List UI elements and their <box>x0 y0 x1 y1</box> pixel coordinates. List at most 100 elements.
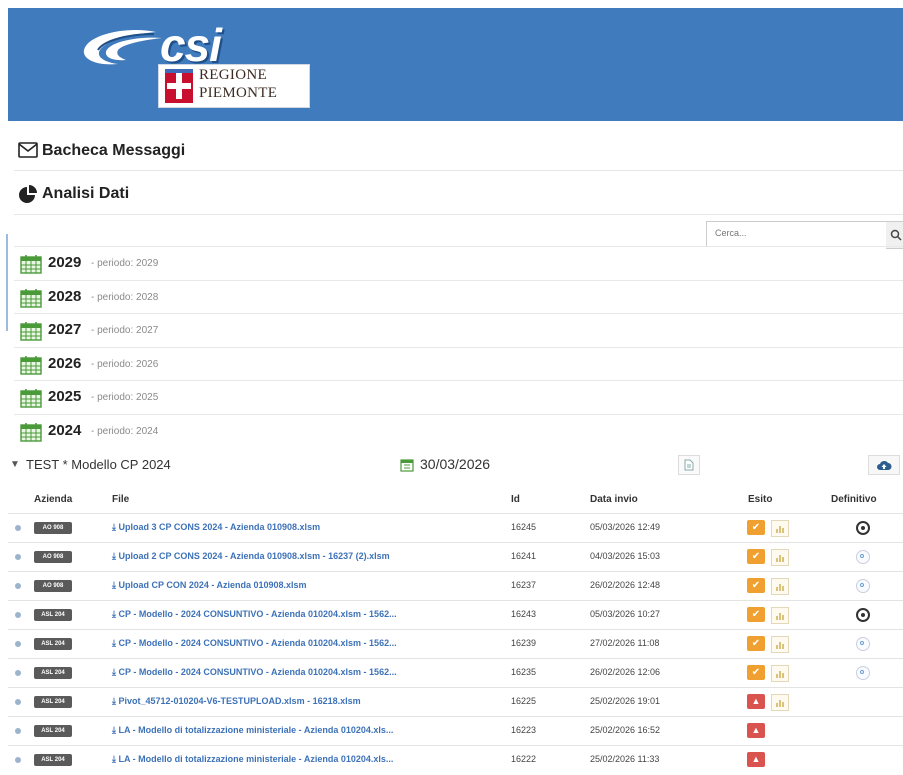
file-link[interactable]: ⤓ Upload 3 CP CONS 2024 - Azienda 010908… <box>112 522 320 533</box>
model-title[interactable]: TEST * Modello CP 2024 <box>26 457 171 472</box>
azienda-badge: ASL 204 <box>34 754 72 766</box>
calendar-icon <box>20 322 42 341</box>
model-header: ▼ TEST * Modello CP 2024 30/03/2026 <box>8 449 903 479</box>
col-file[interactable]: File <box>112 494 129 505</box>
col-id[interactable]: Id <box>511 494 520 505</box>
search-button[interactable] <box>886 221 903 249</box>
table-row[interactable]: ASL 204 ⤓ CP - Modello - 2024 CONSUNTIVO … <box>8 658 903 688</box>
row-date: 26/02/2026 12:48 <box>590 580 661 590</box>
warning-icon[interactable]: ▲ <box>747 694 765 709</box>
row-expand-icon[interactable] <box>15 525 21 531</box>
bar-chart-icon[interactable] <box>771 549 789 566</box>
row-expand-icon[interactable] <box>15 554 21 560</box>
search-icon <box>890 229 902 241</box>
period-label: - periodo: 2027 <box>91 325 159 336</box>
row-expand-icon[interactable] <box>15 612 21 618</box>
bar-chart-icon[interactable] <box>771 607 789 624</box>
table-row[interactable]: ASL 204 ⤓ Pivot_45712-010204-V6-TESTUPLOA… <box>8 687 903 717</box>
definitivo-radio-icon[interactable] <box>856 550 870 564</box>
col-azienda[interactable]: Azienda <box>34 494 72 505</box>
file-link[interactable]: ⤓ CP - Modello - 2024 CONSUNTIVO - Azien… <box>112 638 397 649</box>
col-data-invio[interactable]: Data invio <box>590 494 638 505</box>
bar-chart-icon[interactable] <box>771 694 789 711</box>
table-row[interactable]: ASL 204 ⤓ LA - Modello di totalizzazione … <box>8 745 903 775</box>
cloud-upload-button[interactable] <box>868 455 900 475</box>
bar-chart-icon[interactable] <box>771 578 789 595</box>
table-row[interactable]: ASL 204 ⤓ CP - Modello - 2024 CONSUNTIVO … <box>8 629 903 659</box>
search-field[interactable] <box>706 221 893 247</box>
year-row[interactable]: 2025 - periodo: 2025 <box>14 380 903 414</box>
col-esito[interactable]: Esito <box>748 494 772 505</box>
check-icon[interactable]: ✔ <box>747 549 765 564</box>
menu-item-bacheca-messaggi[interactable]: Bacheca Messaggi <box>14 130 903 171</box>
calendar-icon <box>20 288 42 308</box>
row-expand-icon[interactable] <box>15 641 21 647</box>
check-icon[interactable]: ✔ <box>747 665 765 680</box>
menu-item-analisi-dati[interactable]: Analisi Dati <box>14 174 903 215</box>
table-row[interactable]: AO 908 ⤓ Upload CP CON 2024 - Azienda 010… <box>8 571 903 601</box>
bar-chart-icon[interactable] <box>771 636 789 653</box>
menu-label-messages: Bacheca Messaggi <box>42 142 186 159</box>
calendar-icon <box>20 255 42 274</box>
document-button[interactable] <box>678 455 700 475</box>
calendar-icon <box>20 355 42 375</box>
row-id: 16245 <box>511 522 537 532</box>
table-row[interactable]: ASL 204 ⤓ LA - Modello di totalizzazione … <box>8 716 903 746</box>
file-name: Pivot_45712-010204-V6-TESTUPLOAD.xlsm - … <box>118 696 361 706</box>
definitivo-radio-selected-icon[interactable] <box>856 521 870 535</box>
bar-chart-icon[interactable] <box>771 665 789 682</box>
warning-icon[interactable]: ▲ <box>747 752 765 767</box>
cloud-upload-icon <box>877 460 892 470</box>
csi-regione-piemonte-logo[interactable]: csi REGIONE PIEMONTE <box>78 19 318 110</box>
table-row[interactable]: AO 908 ⤓ Upload 2 CP CONS 2024 - Azienda … <box>8 542 903 572</box>
file-name: CP - Modello - 2024 CONSUNTIVO - Azienda… <box>118 638 397 648</box>
azienda-badge: ASL 204 <box>34 696 72 708</box>
check-icon[interactable]: ✔ <box>747 607 765 622</box>
file-link[interactable]: ⤓ CP - Modello - 2024 CONSUNTIVO - Azien… <box>112 609 397 620</box>
col-definitivo[interactable]: Definitivo <box>831 494 877 505</box>
selection-accent <box>6 234 8 331</box>
row-expand-icon[interactable] <box>15 670 21 676</box>
year-label: 2024 <box>48 421 82 439</box>
row-expand-icon[interactable] <box>15 699 21 705</box>
bar-chart-icon[interactable] <box>771 520 789 537</box>
warning-icon[interactable]: ▲ <box>747 723 765 738</box>
year-row[interactable]: 2027 - periodo: 2027 <box>14 313 903 347</box>
logo-region-line2: PIEMONTE <box>199 85 278 101</box>
csi-swoosh-icon <box>83 30 162 65</box>
check-icon[interactable]: ✔ <box>747 520 765 535</box>
year-label: 2025 <box>48 388 82 405</box>
regione-piemonte-box: REGIONE PIEMONTE <box>158 64 310 108</box>
row-id: 16223 <box>511 725 537 735</box>
year-row[interactable]: 2026 - periodo: 2026 <box>14 346 903 381</box>
row-date: 25/02/2026 19:01 <box>590 696 661 706</box>
table-row[interactable]: ASL 204 ⤓ CP - Modello - 2024 CONSUNTIVO … <box>8 600 903 630</box>
year-row[interactable]: 2024 - periodo: 2024 <box>14 413 903 448</box>
row-id: 16235 <box>511 667 537 677</box>
check-icon[interactable]: ✔ <box>747 636 765 651</box>
year-label: 2029 <box>48 254 82 271</box>
year-row[interactable]: 2028 - periodo: 2028 <box>14 279 903 314</box>
check-icon[interactable]: ✔ <box>747 578 765 593</box>
row-expand-icon[interactable] <box>15 583 21 589</box>
definitivo-radio-icon[interactable] <box>856 637 870 651</box>
row-expand-icon[interactable] <box>15 728 21 734</box>
file-link[interactable]: ⤓ Upload CP CON 2024 - Azienda 010908.xl… <box>112 580 307 591</box>
table-row[interactable]: AO 908 ⤓ Upload 3 CP CONS 2024 - Azienda … <box>8 513 903 543</box>
file-link[interactable]: ⤓ Upload 2 CP CONS 2024 - Azienda 010908… <box>112 551 390 562</box>
file-link[interactable]: ⤓ Pivot_45712-010204-V6-TESTUPLOAD.xlsm … <box>112 696 361 707</box>
azienda-badge: ASL 204 <box>34 609 72 621</box>
envelope-icon <box>18 142 38 158</box>
year-row[interactable]: 2029 - periodo: 2029 <box>14 246 903 280</box>
file-link[interactable]: ⤓ LA - Modello di totalizzazione ministe… <box>112 725 393 736</box>
definitivo-radio-icon[interactable] <box>856 579 870 593</box>
piemonte-flag-icon <box>165 69 193 103</box>
search-input[interactable] <box>707 222 893 244</box>
file-name: Upload 3 CP CONS 2024 - Azienda 010908.x… <box>118 522 321 532</box>
definitivo-radio-selected-icon[interactable] <box>856 608 870 622</box>
file-link[interactable]: ⤓ CP - Modello - 2024 CONSUNTIVO - Azien… <box>112 667 397 678</box>
chevron-down-icon[interactable]: ▼ <box>10 459 20 470</box>
definitivo-radio-icon[interactable] <box>856 666 870 680</box>
row-date: 05/03/2026 10:27 <box>590 609 661 619</box>
file-link[interactable]: ⤓ LA - Modello di totalizzazione ministe… <box>112 754 393 765</box>
